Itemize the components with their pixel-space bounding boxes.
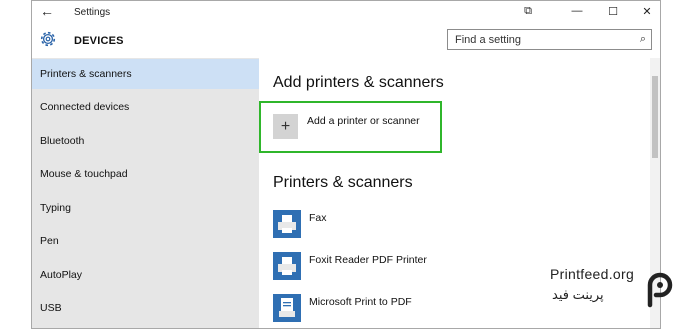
window-title: Settings	[74, 7, 111, 18]
document-printer-icon	[273, 294, 301, 322]
sidebar-item-connected-devices[interactable]: Connected devices	[32, 92, 259, 122]
sidebar-item-bluetooth[interactable]: Bluetooth	[32, 126, 259, 156]
maximize-button[interactable]: ☐	[605, 5, 621, 18]
minimize-button[interactable]: —	[569, 5, 585, 17]
scrollbar-thumb[interactable]	[652, 76, 658, 158]
back-arrow-icon[interactable]: ←	[40, 3, 54, 19]
add-printer-label[interactable]: Add a printer or scanner	[307, 115, 420, 127]
section-title: DEVICES	[74, 35, 124, 47]
snap-icon[interactable]: ⧉	[520, 5, 536, 18]
sidebar-item-pen[interactable]: Pen	[32, 226, 259, 256]
add-printer-button[interactable]: +	[273, 114, 298, 139]
watermark-text-fa: پرینت فید	[552, 287, 604, 302]
sidebar-item-typing[interactable]: Typing	[32, 193, 259, 223]
device-name: Fax	[309, 212, 327, 224]
watermark-text: Printfeed.org	[550, 266, 635, 282]
title-bar: ← Settings ⧉ — ☐ ✕	[32, 1, 660, 25]
watermark-logo: Printfeed.org پرینت فید	[548, 263, 694, 311]
sidebar-item-autoplay[interactable]: AutoPlay	[32, 260, 259, 290]
plus-icon: +	[280, 118, 291, 135]
settings-header: DEVICES ⌕	[32, 25, 660, 55]
sidebar-item-printers-scanners[interactable]: Printers & scanners	[32, 59, 259, 89]
device-name: Microsoft Print to PDF	[309, 296, 412, 308]
close-button[interactable]: ✕	[639, 5, 655, 18]
add-printers-heading: Add printers & scanners	[273, 74, 444, 91]
search-box[interactable]: ⌕	[447, 29, 652, 50]
printer-icon	[273, 210, 301, 238]
gear-icon	[40, 31, 56, 47]
sidebar: Printers & scanners Connected devices Bl…	[32, 58, 259, 328]
sidebar-item-mouse-touchpad[interactable]: Mouse & touchpad	[32, 159, 259, 189]
search-icon[interactable]: ⌕	[640, 33, 646, 46]
printer-icon	[273, 252, 301, 280]
printfeed-logo-icon	[647, 272, 673, 308]
sidebar-item-usb[interactable]: USB	[32, 293, 259, 323]
device-item-fax[interactable]: Fax	[273, 210, 603, 240]
device-name: Foxit Reader PDF Printer	[309, 254, 427, 266]
search-input[interactable]	[448, 30, 635, 49]
printers-heading: Printers & scanners	[273, 174, 413, 191]
